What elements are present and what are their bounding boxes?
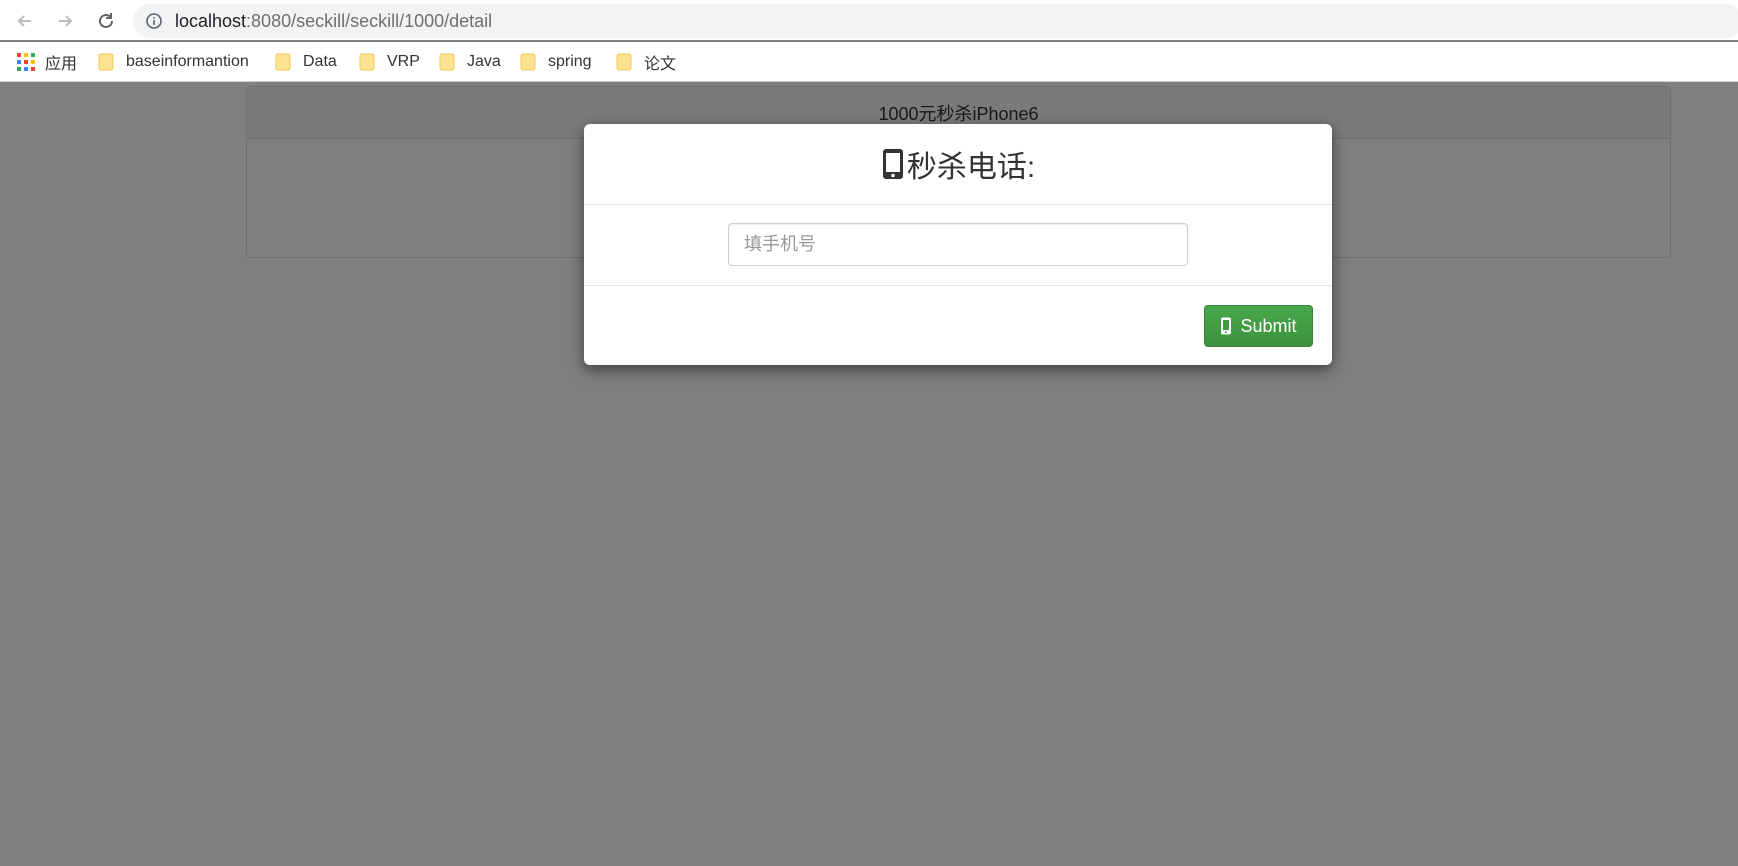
bookmark-papers[interactable]: 论文 [616, 42, 676, 82]
bookmark-label: 论文 [644, 56, 677, 73]
forward-button[interactable] [52, 8, 78, 34]
bookmark-label: VRP [387, 53, 420, 70]
arrow-left-icon [17, 15, 31, 27]
info-icon[interactable] [145, 12, 163, 30]
reload-button[interactable] [93, 8, 119, 34]
phone-modal: 秒杀电话: Submit [584, 124, 1332, 365]
arrow-right-icon [59, 15, 73, 27]
submit-label: Submit [1240, 315, 1297, 336]
mobile-phone-icon [882, 149, 903, 179]
bookmarks-bar: 应用 baseinformantion Data VRP Java spring… [0, 42, 1738, 82]
folder-icon [616, 53, 632, 71]
reload-icon [99, 13, 113, 28]
bookmark-apps[interactable]: 应用 [17, 42, 77, 82]
bookmark-data[interactable]: Data [275, 42, 337, 82]
modal-title-text: 秒杀电话: [906, 151, 1036, 184]
bookmark-java[interactable]: Java [439, 42, 501, 82]
url-path: :8080/seckill/seckill/1000/detail [246, 11, 493, 31]
bookmark-label: Java [467, 53, 501, 70]
bookmark-baseinformantion[interactable]: baseinformantion [98, 42, 249, 82]
modal-footer: Submit [584, 286, 1332, 365]
folder-icon [359, 53, 375, 71]
folder-icon [520, 53, 536, 71]
folder-icon [439, 53, 455, 71]
browser-toolbar: localhost:8080/seckill/seckill/1000/deta… [0, 0, 1738, 40]
bookmark-label: Data [303, 53, 337, 70]
bookmark-label: spring [548, 53, 592, 70]
url-host: localhost [175, 11, 247, 31]
bookmark-label: baseinformantion [126, 53, 249, 70]
modal-header: 秒杀电话: [584, 124, 1332, 205]
bookmark-vrp[interactable]: VRP [359, 42, 420, 82]
bookmark-label: 应用 [45, 56, 78, 73]
phone-input[interactable] [728, 223, 1188, 266]
mobile-phone-icon [1221, 317, 1232, 335]
folder-icon [275, 53, 291, 71]
folder-icon [98, 53, 114, 71]
modal-body [584, 205, 1332, 286]
bookmark-spring[interactable]: spring [520, 42, 592, 82]
address-bar[interactable]: localhost:8080/seckill/seckill/1000/deta… [133, 4, 1738, 38]
apps-grid-icon [17, 53, 35, 71]
back-button[interactable] [12, 8, 38, 34]
submit-button[interactable]: Submit [1204, 305, 1313, 347]
url-text: localhost:8080/seckill/seckill/1000/deta… [175, 4, 492, 38]
modal-title: 秒杀电话: [881, 142, 1035, 186]
